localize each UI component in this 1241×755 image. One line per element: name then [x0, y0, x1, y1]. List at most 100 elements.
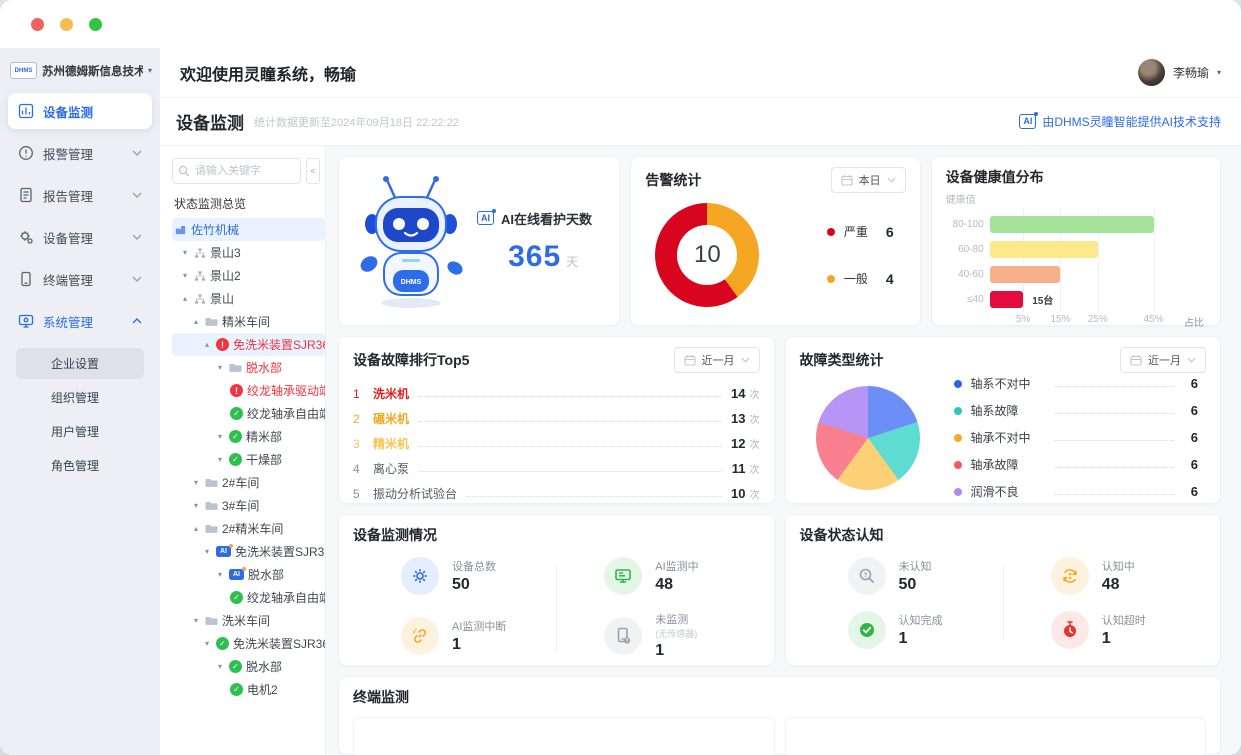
tree-node[interactable]: ✓绞龙轴承自由端 [172, 586, 325, 609]
tree-node[interactable]: ▾✓免洗米装置SJR36A [172, 632, 325, 655]
chevron-down-icon [132, 192, 142, 198]
card-title: 终端监测 [353, 687, 409, 707]
sidebar-subitem-user-mgmt[interactable]: 用户管理 [16, 416, 144, 447]
caret-up-icon[interactable]: ▴ [191, 317, 201, 326]
system-monitor-icon [18, 313, 34, 329]
sidebar-subitem-role-mgmt[interactable]: 角色管理 [16, 450, 144, 481]
card-title: 设备故障排行Top5 [353, 350, 469, 370]
tree-node[interactable]: ✓电机2 [172, 678, 325, 701]
tree-node[interactable]: ▾2#车间 [172, 471, 325, 494]
tree-node[interactable]: ▾洗米车间 [172, 609, 325, 632]
sidebar-item-system-mgmt[interactable]: 系统管理 [8, 303, 152, 339]
tree-node[interactable]: ▾AI脱水部 [172, 563, 325, 586]
ai-support-text: 由DHMS灵瞳智能提供AI技术支持 [1042, 113, 1221, 130]
user-name: 李畅瑜 [1173, 64, 1209, 81]
dot-icon [954, 434, 962, 442]
sitemap-icon [194, 270, 206, 282]
processing-hourglass-icon [1051, 557, 1089, 595]
sidebar-item-report-mgmt[interactable]: 报告管理 [8, 177, 152, 213]
folder-icon [205, 614, 218, 627]
zoom-window-button[interactable] [89, 18, 102, 31]
updated-timestamp: 统计数据更新至2024年09月18日 22:22:22 [254, 114, 459, 130]
bar-green [990, 216, 1154, 233]
caret-down-icon[interactable]: ▾ [215, 662, 225, 671]
sidebar-item-label: 系统管理 [43, 312, 93, 331]
tree-node[interactable]: ▾脱水部 [172, 356, 325, 379]
sidebar-item-terminal-mgmt[interactable]: 终端管理 [8, 261, 152, 297]
folder-icon [205, 315, 218, 328]
caret-up-icon[interactable]: ▴ [180, 294, 190, 303]
sidebar-subitem-enterprise-settings[interactable]: 企业设置 [16, 348, 144, 379]
caret-down-icon[interactable]: ▾ [191, 501, 201, 510]
tree-node[interactable]: ▾景山2 [172, 264, 325, 287]
minimize-window-button[interactable] [60, 18, 73, 31]
caret-down-icon[interactable]: ▾ [215, 432, 225, 441]
caret-down-icon[interactable]: ▾ [191, 616, 201, 625]
tree-node[interactable]: ▾✓脱水部 [172, 655, 325, 678]
device-tree-panel: < 状态监测总览 佐竹机械 ▾景山3 ▾景山2 ▴景山 ▴精米车间 ▴!免洗米装… [160, 146, 326, 755]
legend-item: 润滑不良6 [954, 483, 1199, 500]
check-badge-icon [848, 611, 886, 649]
health-bars: 80-100 60-80 40-60 ≤4015台 [990, 212, 1176, 312]
sidebar-item-label: 设备监测 [43, 102, 93, 121]
tree-node[interactable]: ▾3#车间 [172, 494, 325, 517]
search-input[interactable] [172, 158, 301, 184]
check-icon: ✓ [229, 430, 242, 443]
terminal-device-icon [18, 271, 34, 287]
svg-text:?: ? [863, 572, 867, 579]
card-title: 设备健康值分布 [946, 167, 1044, 187]
caret-down-icon[interactable]: ▾ [180, 271, 190, 280]
sidebar-item-device-mgmt[interactable]: 设备管理 [8, 219, 152, 255]
caret-up-icon[interactable]: ▴ [202, 340, 212, 349]
check-icon: ✓ [229, 453, 242, 466]
content-body: < 状态监测总览 佐竹机械 ▾景山3 ▾景山2 ▴景山 ▴精米车间 ▴!免洗米装… [160, 146, 1241, 755]
alarm-range-select[interactable]: 本日 [831, 167, 906, 193]
tree-node[interactable]: 佐竹机械 [172, 218, 325, 241]
dotted-leader [419, 471, 722, 472]
user-menu[interactable]: 李畅瑜 ▾ [1138, 59, 1221, 86]
collapse-panel-button[interactable]: < [306, 158, 320, 184]
card-title: 设备状态认知 [800, 525, 884, 545]
close-window-button[interactable] [31, 18, 44, 31]
sidebar-item-device-monitor[interactable]: 设备监测 [8, 93, 152, 129]
tree-node[interactable]: ▾AI免洗米装置SJR36A [172, 540, 325, 563]
caret-up-icon[interactable]: ▴ [191, 524, 201, 533]
caret-down-icon[interactable]: ▾ [191, 478, 201, 487]
fault-range-select[interactable]: 近一月 [1120, 347, 1206, 373]
top5-range-select[interactable]: 近一月 [674, 347, 760, 373]
tree-node[interactable]: ✓绞龙轴承自由端 [172, 402, 325, 425]
tree-node[interactable]: ▾✓干燥部 [172, 448, 325, 471]
top5-row: 4离心泵11次 [353, 456, 760, 481]
bar-red [990, 291, 1024, 308]
company-switcher[interactable]: DHMS 苏州德姆斯信息技术有... ▾ [0, 52, 160, 93]
tree-node[interactable]: ▾✓精米部 [172, 425, 325, 448]
dotted-leader [1055, 494, 1175, 495]
check-icon: ✓ [216, 637, 229, 650]
caret-down-icon[interactable]: ▾ [215, 570, 225, 579]
vertical-divider [556, 565, 557, 652]
tree-node[interactable]: ▴2#精米车间 [172, 517, 325, 540]
tree-node[interactable]: ▴精米车间 [172, 310, 325, 333]
search-question-icon: ? [848, 557, 886, 595]
sidebar-item-alarm-mgmt[interactable]: 报警管理 [8, 135, 152, 171]
sidebar-subitem-org-mgmt[interactable]: 组织管理 [16, 382, 144, 413]
ai-support-link[interactable]: AI 由DHMS灵瞳智能提供AI技术支持 [1019, 113, 1221, 130]
tree-overview-link[interactable]: 状态监测总览 [174, 195, 325, 212]
caret-down-icon[interactable]: ▾ [215, 455, 225, 464]
caret-down-icon[interactable]: ▾ [180, 248, 190, 257]
tree-node[interactable]: !绞龙轴承驱动端 [172, 379, 325, 402]
tree-node[interactable]: ▾景山3 [172, 241, 325, 264]
stat-cognizing: 认知中48 [1003, 557, 1206, 595]
tree-node[interactable]: ▴!免洗米装置SJR36A [172, 333, 325, 356]
caret-down-icon[interactable]: ▾ [215, 363, 225, 372]
legend-item: 轴承不对中6 [954, 429, 1199, 446]
tree-node[interactable]: ▴景山 [172, 287, 325, 310]
sidebar-item-label: 报警管理 [43, 144, 93, 163]
caret-down-icon[interactable]: ▾ [202, 639, 212, 648]
chevron-down-icon [132, 150, 142, 156]
monitor-chart-icon [18, 103, 34, 119]
check-icon: ✓ [229, 660, 242, 673]
legend-item: 轴系不对中6 [954, 375, 1199, 392]
device-tree: 佐竹机械 ▾景山3 ▾景山2 ▴景山 ▴精米车间 ▴!免洗米装置SJR36A ▾… [172, 218, 325, 701]
caret-down-icon[interactable]: ▾ [202, 547, 212, 556]
